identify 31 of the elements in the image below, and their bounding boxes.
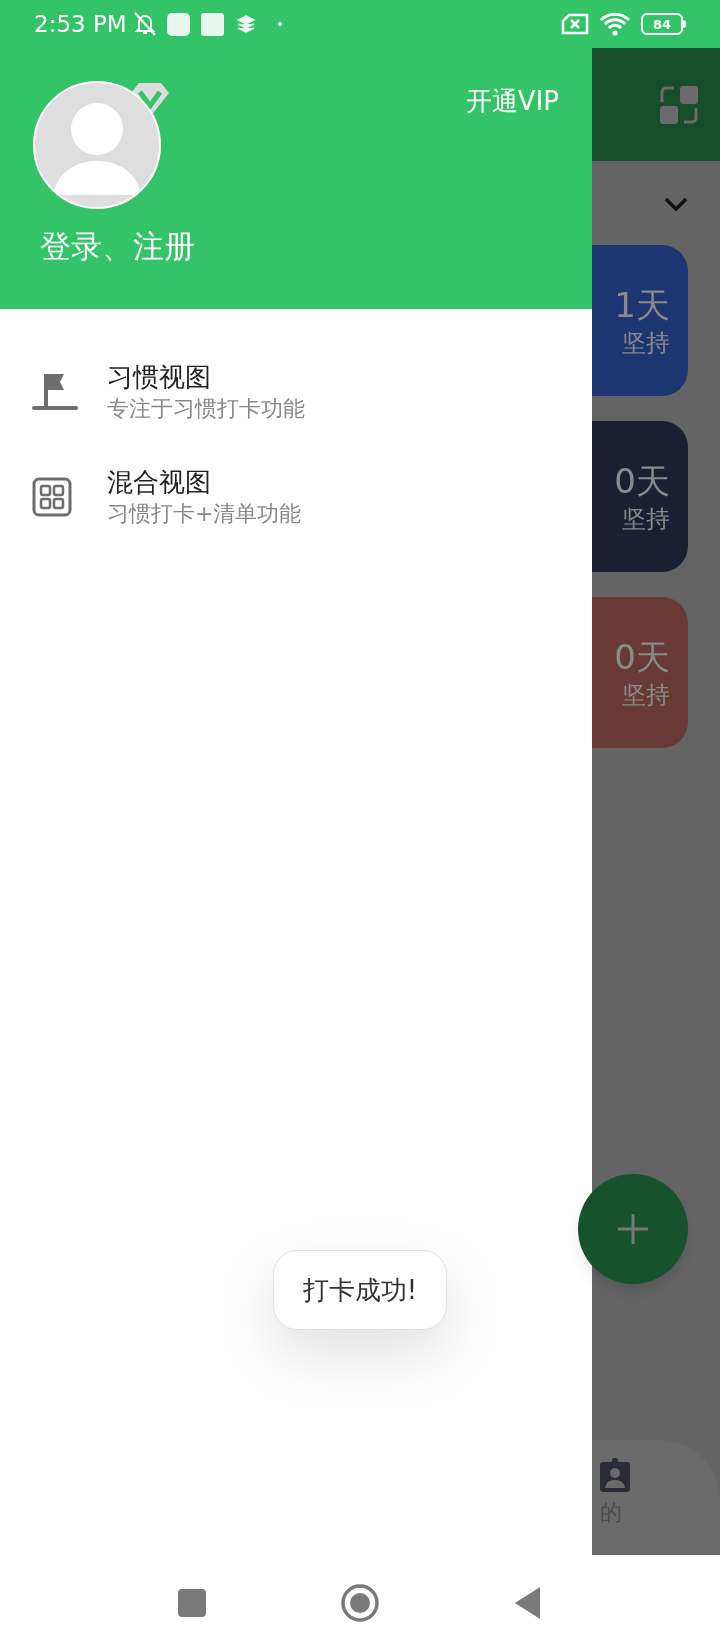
habit-days: 0天 [614,458,670,503]
menu-item-title: 混合视图 [107,465,212,499]
menu-item-subtitle: 专注于习惯打卡功能 [107,394,305,423]
chevron-down-icon [664,197,688,211]
plus-icon [618,1214,648,1244]
sim-card-icon [561,13,589,35]
grid-icon [32,476,72,517]
habit-label: 坚持 [622,679,670,711]
habit-label: 坚持 [622,327,670,359]
back-button[interactable] [514,1585,542,1620]
habit-label: 坚持 [622,503,670,535]
home-button[interactable] [340,1582,380,1623]
id-badge-icon [600,1458,630,1492]
flag-icon [32,371,78,412]
drawer-menu-item[interactable]: 习惯视图 专注于习惯打卡功能 [0,339,592,444]
wifi-icon [599,11,631,37]
battery-level: 84 [652,17,672,31]
menu-item-title: 习惯视图 [107,360,212,394]
swap-icon [658,83,700,126]
menu-item-subtitle: 习惯打卡+清单功能 [107,499,302,528]
toast-message: 打卡成功! [273,1250,447,1330]
habit-days: 1天 [614,282,670,327]
habit-days: 0天 [614,634,670,679]
login-register-link[interactable]: 登录、注册 [40,223,559,270]
layers-icon [235,15,256,33]
status-time: 2:53 PM [34,9,127,39]
drawer-menu-item[interactable]: 混合视图 习惯打卡+清单功能 [0,444,592,549]
app-notification-icon [166,12,190,36]
recents-button[interactable] [178,1588,206,1617]
app-notification-icon [200,12,224,36]
open-vip-link[interactable]: 开通VIP [465,82,559,121]
